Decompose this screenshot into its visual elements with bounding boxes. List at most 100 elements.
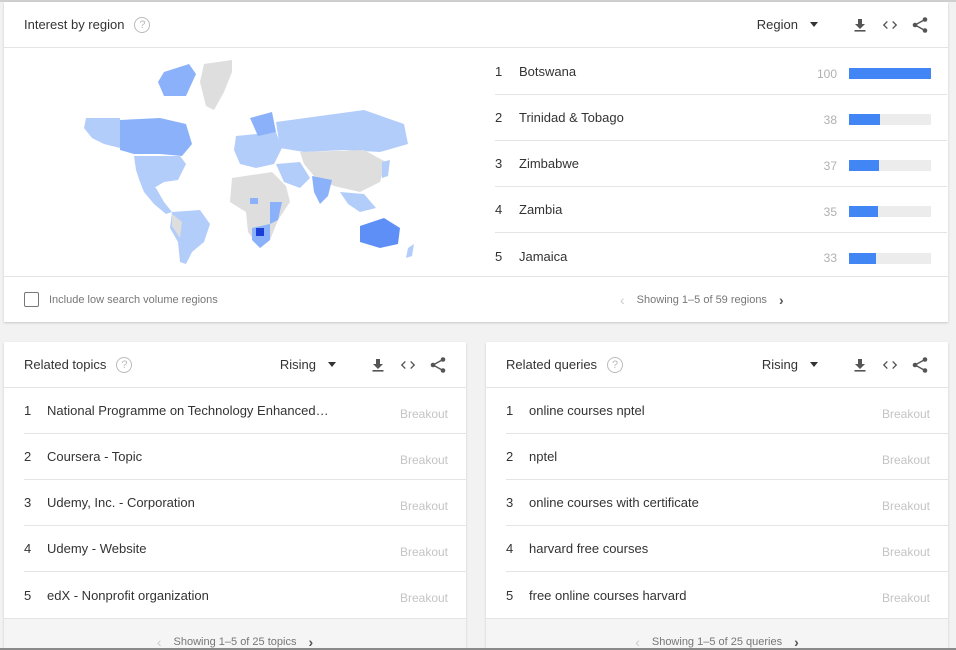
region-value: 38: [823, 112, 837, 127]
region-new-zealand: [406, 244, 414, 258]
region-row[interactable]: 3 Zimbabwe 37: [495, 141, 947, 187]
resolution-select[interactable]: Region: [757, 17, 798, 32]
item-rank: 1: [506, 403, 514, 418]
help-icon[interactable]: ?: [607, 356, 624, 373]
list-item[interactable]: 5 edX - Nonprofit organization Breakout: [24, 572, 466, 618]
list-item[interactable]: 5 free online courses harvard Breakout: [506, 572, 948, 618]
region-row[interactable]: 4 Zambia 35: [495, 187, 947, 233]
region-footer: Include low search volume regions ‹ Show…: [4, 276, 948, 322]
low-volume-label[interactable]: Include low search volume regions: [49, 294, 218, 306]
card-title: Interest by region: [24, 17, 125, 32]
region-bar: [849, 206, 931, 217]
region-name[interactable]: Trinidad & Tobago: [519, 110, 797, 125]
region-row[interactable]: 5 Jamaica 33: [495, 233, 947, 279]
item-value: Breakout: [881, 498, 930, 513]
region-india: [312, 176, 332, 204]
share-icon[interactable]: [912, 356, 928, 373]
caret-down-icon[interactable]: [810, 362, 818, 367]
item-label[interactable]: free online courses harvard: [529, 588, 882, 603]
item-label[interactable]: harvard free courses: [529, 541, 882, 556]
header-tools: Rising: [762, 356, 928, 373]
item-value: Breakout: [881, 544, 930, 559]
region-australia: [360, 218, 400, 248]
item-value: Breakout: [399, 591, 448, 605]
item-label[interactable]: Coursera - Topic: [47, 449, 400, 464]
region-list: 1 Botswana 100 2 Trinidad & Tobago 38 3 …: [495, 49, 947, 279]
prev-page-button[interactable]: ‹: [620, 292, 625, 308]
region-name[interactable]: Zimbabwe: [519, 156, 797, 171]
item-value: Breakout: [881, 406, 930, 421]
list-item[interactable]: 4 harvard free courses Breakout: [506, 526, 948, 572]
embed-icon[interactable]: [882, 357, 898, 373]
list-item[interactable]: 4 Udemy - Website Breakout: [24, 526, 466, 572]
region-row[interactable]: 1 Botswana 100: [495, 49, 947, 95]
download-icon[interactable]: [852, 357, 868, 373]
item-value: Breakout: [399, 544, 448, 559]
list-item[interactable]: 2 nptel Breakout: [506, 434, 948, 480]
region-nigeria: [250, 198, 258, 204]
help-icon[interactable]: ?: [116, 356, 133, 373]
world-map[interactable]: [64, 52, 444, 272]
item-value: Breakout: [881, 591, 930, 605]
region-bar-fill: [849, 160, 880, 171]
embed-icon[interactable]: [882, 17, 898, 33]
region-value: 37: [823, 158, 837, 173]
region-name[interactable]: Botswana: [519, 64, 797, 79]
list-item[interactable]: 1 online courses nptel Breakout: [506, 388, 948, 434]
item-label[interactable]: Udemy, Inc. - Corporation: [47, 495, 400, 510]
list-item[interactable]: 3 online courses with certificate Breako…: [506, 480, 948, 526]
list-item[interactable]: 1 National Programme on Technology Enhan…: [24, 388, 466, 434]
header-tools: Rising: [280, 356, 446, 373]
interest-by-region-card: Interest by region ? Region 1 Botswana 1…: [4, 2, 948, 322]
item-rank: 4: [506, 541, 514, 556]
region-greenland: [200, 60, 232, 110]
region-canada: [120, 118, 192, 156]
region-name[interactable]: Jamaica: [519, 249, 797, 264]
pager-text: Showing 1–5 of 25 queries: [651, 636, 783, 648]
region-bar-fill: [849, 68, 931, 79]
item-label[interactable]: online courses with certificate: [529, 495, 882, 510]
item-rank: 1: [24, 403, 32, 418]
item-label[interactable]: nptel: [529, 449, 882, 464]
item-label[interactable]: online courses nptel: [529, 403, 882, 418]
region-value: 35: [823, 204, 837, 219]
card-header: Related queries ? Rising: [486, 342, 948, 388]
item-rank: 5: [506, 587, 514, 603]
card-title: Related queries: [506, 357, 598, 372]
region-canada-islands: [158, 64, 196, 96]
embed-icon[interactable]: [400, 357, 416, 373]
pager-text: Showing 1–5 of 59 regions: [636, 294, 767, 306]
region-scandinavia: [250, 112, 276, 136]
caret-down-icon[interactable]: [810, 22, 818, 27]
item-label[interactable]: edX - Nonprofit organization: [47, 588, 400, 603]
share-icon[interactable]: [430, 356, 446, 373]
item-value: Breakout: [399, 452, 448, 467]
list-item[interactable]: 3 Udemy, Inc. - Corporation Breakout: [24, 480, 466, 526]
low-volume-checkbox[interactable]: [24, 292, 39, 307]
item-label[interactable]: National Programme on Technology Enhance…: [47, 403, 400, 418]
region-alaska: [84, 118, 120, 148]
metric-select[interactable]: Rising: [280, 357, 316, 372]
region-japan: [382, 160, 390, 178]
item-value: Breakout: [399, 498, 448, 513]
download-icon[interactable]: [370, 357, 386, 373]
help-icon[interactable]: ?: [134, 16, 151, 33]
item-label[interactable]: Udemy - Website: [47, 541, 400, 556]
share-icon[interactable]: [912, 16, 928, 33]
list-item[interactable]: 2 Coursera - Topic Breakout: [24, 434, 466, 480]
item-rank: 2: [506, 449, 514, 464]
metric-select[interactable]: Rising: [762, 357, 798, 372]
item-rank: 4: [24, 541, 32, 556]
region-rank: 4: [495, 202, 503, 217]
region-rank: 5: [495, 248, 503, 264]
queries-footer: ‹ Showing 1–5 of 25 queries ›: [486, 618, 948, 650]
queries-list: 1 online courses nptel Breakout 2 nptel …: [486, 388, 948, 618]
item-value: Breakout: [881, 452, 930, 467]
next-page-button[interactable]: ›: [779, 292, 784, 308]
region-name[interactable]: Zambia: [519, 202, 797, 217]
region-bar: [849, 252, 931, 264]
caret-down-icon[interactable]: [328, 362, 336, 367]
region-row[interactable]: 2 Trinidad & Tobago 38: [495, 95, 947, 141]
topics-footer: ‹ Showing 1–5 of 25 topics ›: [4, 618, 466, 650]
download-icon[interactable]: [852, 17, 868, 33]
